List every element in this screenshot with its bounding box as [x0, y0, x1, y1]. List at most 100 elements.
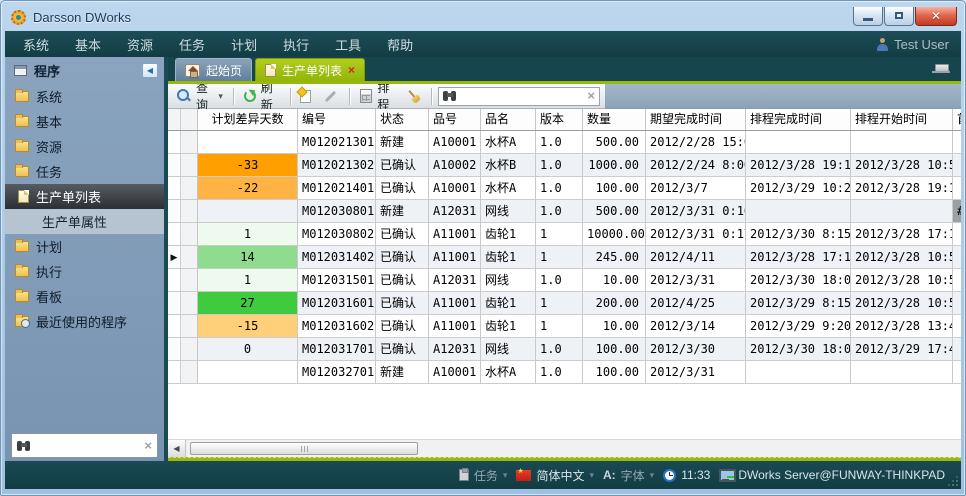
cell-order-no[interactable]: M012032701 [298, 361, 376, 383]
cell-sched-finish-time[interactable]: 2012/3/28 17:13 [746, 246, 851, 268]
sidebar-item[interactable]: 基本 [5, 109, 164, 134]
cell-sched-start-time[interactable]: 2012/3/28 10:52 [851, 154, 953, 176]
cell-item-name[interactable]: 网线 [481, 269, 536, 291]
row-indicator[interactable]: ▶ [168, 246, 181, 268]
cell-diff-days[interactable]: 0 [198, 338, 298, 360]
cell-version[interactable]: 1.0 [536, 131, 583, 153]
cell-status[interactable]: 新建 [376, 200, 429, 222]
cell-item-name[interactable]: 齿轮1 [481, 315, 536, 337]
cell-due-time[interactable]: 2012/3/31 0:17 [646, 223, 746, 245]
cell-version[interactable]: 1.0 [536, 177, 583, 199]
cell-sched-start-time[interactable] [851, 361, 953, 383]
cell-due-time[interactable]: 2012/3/30 [646, 338, 746, 360]
cell-tail[interactable] [953, 154, 961, 176]
cell-tail[interactable] [953, 338, 961, 360]
cell-item-name[interactable]: 网线 [481, 338, 536, 360]
cell-sched-finish-time[interactable]: 2012/3/30 18:00 [746, 269, 851, 291]
menu-item-5[interactable]: 计划 [231, 35, 257, 54]
task-status-dropdown[interactable]: 任务 ▾ [459, 467, 508, 484]
cell-status[interactable]: 新建 [376, 131, 429, 153]
column-header-sched-start-time[interactable]: 排程开始时间 [851, 109, 953, 130]
sidebar-item[interactable]: 系统 [5, 84, 164, 109]
cell-quantity[interactable]: 1000.00 [583, 154, 646, 176]
cell-version[interactable]: 1.0 [536, 154, 583, 176]
cell-status[interactable]: 已确认 [376, 338, 429, 360]
table-row[interactable]: ▶14M012031402已确认A11001齿轮11245.002012/4/1… [168, 246, 961, 269]
cell-quantity[interactable]: 200.00 [583, 292, 646, 314]
language-dropdown[interactable]: 简体中文 ▾ [516, 467, 594, 484]
row-gutter[interactable] [181, 292, 198, 314]
cell-due-time[interactable]: 2012/2/28 15:00 [646, 131, 746, 153]
row-gutter[interactable] [181, 361, 198, 383]
cell-due-time[interactable]: 2012/3/31 [646, 361, 746, 383]
new-button[interactable] [296, 86, 315, 107]
row-gutter[interactable] [181, 200, 198, 222]
cell-item-no[interactable]: A11001 [429, 246, 481, 268]
row-gutter[interactable] [181, 315, 198, 337]
cell-tail[interactable] [953, 223, 961, 245]
cell-quantity[interactable]: 100.00 [583, 177, 646, 199]
cell-sched-start-time[interactable]: 2012/3/28 10:52 [851, 269, 953, 291]
cell-tail[interactable] [953, 131, 961, 153]
sidebar-item[interactable]: 资源 [5, 134, 164, 159]
cell-version[interactable]: 1 [536, 315, 583, 337]
row-indicator[interactable] [168, 338, 181, 360]
row-indicator[interactable] [168, 292, 181, 314]
row-indicator[interactable] [168, 154, 181, 176]
cell-version[interactable]: 1 [536, 246, 583, 268]
cell-due-time[interactable]: 2012/3/31 0:10 [646, 200, 746, 222]
cell-version[interactable]: 1 [536, 223, 583, 245]
row-indicator[interactable] [168, 269, 181, 291]
resize-grip[interactable] [948, 476, 958, 486]
cell-sched-finish-time[interactable] [746, 131, 851, 153]
cell-due-time[interactable]: 2012/3/7 [646, 177, 746, 199]
scroll-left-arrow-icon[interactable]: ◀ [168, 440, 186, 457]
table-row[interactable]: 1M012031501已确认A12031网线1.010.002012/3/312… [168, 269, 961, 292]
cell-item-no[interactable]: A11001 [429, 315, 481, 337]
cell-item-name[interactable]: 水杯A [481, 361, 536, 383]
column-header-due-time[interactable]: 期望完成时间 [646, 109, 746, 130]
row-gutter[interactable] [181, 269, 198, 291]
cell-quantity[interactable]: 500.00 [583, 200, 646, 222]
column-header-sched-finish-time[interactable]: 排程完成时间 [746, 109, 851, 130]
cell-order-no[interactable]: M012031602 [298, 315, 376, 337]
cell-diff-days[interactable]: -15 [198, 315, 298, 337]
cell-status[interactable]: 已确认 [376, 177, 429, 199]
cell-tail[interactable] [953, 292, 961, 314]
tab-active[interactable]: 生产单列表× [255, 58, 365, 81]
pin-icon[interactable] [935, 64, 949, 73]
cell-quantity[interactable]: 10.00 [583, 269, 646, 291]
column-header-order-no[interactable]: 编号 [298, 109, 376, 130]
cell-order-no[interactable]: M012031402 [298, 246, 376, 268]
sidebar-item[interactable]: 看板 [5, 284, 164, 309]
cell-status[interactable]: 新建 [376, 361, 429, 383]
row-indicator[interactable] [168, 200, 181, 222]
cell-item-no[interactable]: A12031 [429, 200, 481, 222]
cell-version[interactable]: 1 [536, 292, 583, 314]
cell-item-no[interactable]: A12031 [429, 338, 481, 360]
tab-close-icon[interactable]: × [348, 65, 355, 75]
horizontal-scrollbar[interactable]: ◀ [168, 439, 961, 457]
cell-order-no[interactable]: M012021301 [298, 131, 376, 153]
menu-item-6[interactable]: 执行 [283, 35, 309, 54]
cell-order-no[interactable]: M012031601 [298, 292, 376, 314]
cell-quantity[interactable]: 245.00 [583, 246, 646, 268]
close-button[interactable]: ✕ [915, 7, 957, 26]
cell-diff-days[interactable] [198, 361, 298, 383]
minimize-button[interactable] [853, 7, 883, 26]
sidebar-item[interactable]: 生产单属性 [5, 209, 164, 234]
cell-diff-days[interactable]: -33 [198, 154, 298, 176]
menu-item-3[interactable]: 资源 [127, 35, 153, 54]
cell-quantity[interactable]: 100.00 [583, 338, 646, 360]
column-header-item-no[interactable]: 品号 [429, 109, 481, 130]
table-row[interactable]: -15M012031602已确认A11001齿轮1110.002012/3/14… [168, 315, 961, 338]
tab-inactive[interactable]: 起始页 [175, 58, 252, 81]
column-header-status[interactable]: 状态 [376, 109, 429, 130]
cell-status[interactable]: 已确认 [376, 154, 429, 176]
cell-item-no[interactable]: A11001 [429, 223, 481, 245]
row-gutter[interactable] [181, 338, 198, 360]
sidebar-item[interactable]: 任务 [5, 159, 164, 184]
cell-sched-start-time[interactable]: 2012/3/28 13:40 [851, 315, 953, 337]
cell-item-no[interactable]: A11001 [429, 292, 481, 314]
cell-tail[interactable] [953, 177, 961, 199]
